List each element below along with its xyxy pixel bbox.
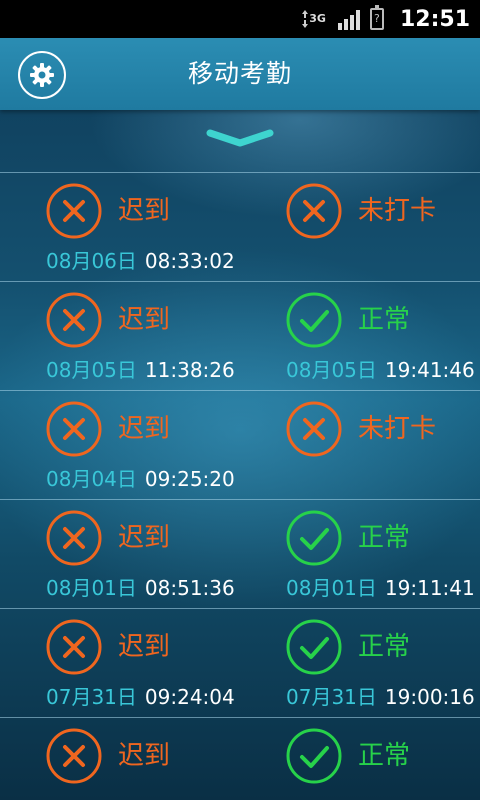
status-label: 迟到 — [118, 414, 171, 444]
status-label: 正常 — [358, 523, 411, 553]
cross-icon — [46, 401, 102, 457]
check-icon — [286, 619, 342, 675]
check-in-cell: 迟到 08月04日 09:25:20 — [0, 391, 240, 499]
check-in-cell: 迟到 08月06日 08:33:02 — [0, 173, 240, 281]
check-in-cell: 迟到 08月01日 08:51:36 — [0, 500, 240, 608]
punch-time: 08月05日 19:41:46 — [286, 356, 475, 384]
check-out-cell: 正常 08月01日 19:11:41 — [240, 500, 480, 608]
punch-time: 07月31日 19:00:16 — [286, 683, 475, 711]
check-out-cell: 正常 — [240, 718, 480, 800]
punch-clock: 11:38:26 — [144, 358, 235, 382]
punch-time: 07月31日 09:24:04 — [46, 683, 235, 711]
status-label: 迟到 — [118, 741, 171, 771]
attendance-row[interactable]: 迟到 08月04日 09:25:20 未打卡 — [0, 390, 480, 499]
collapse-handle[interactable] — [0, 110, 480, 172]
network-type: 3G — [309, 12, 326, 25]
battery-status-glyph: ? — [374, 12, 380, 25]
attendance-row[interactable]: 迟到 08月01日 08:51:36 正常 08月01日 19:11:41 — [0, 499, 480, 608]
attendance-row[interactable]: 迟到 07月31日 09:24:04 正常 07月31日 19:00:16 — [0, 608, 480, 717]
punch-clock: 09:25:20 — [144, 467, 235, 491]
punch-date: 08月04日 — [46, 467, 137, 491]
status-label: 未打卡 — [358, 414, 437, 444]
cross-icon — [46, 510, 102, 566]
check-icon — [286, 728, 342, 784]
settings-button[interactable] — [18, 51, 66, 99]
status-label: 正常 — [358, 741, 411, 771]
check-icon — [286, 292, 342, 348]
cross-icon — [46, 292, 102, 348]
status-label: 迟到 — [118, 632, 171, 662]
cross-icon — [46, 183, 102, 239]
attendance-row[interactable]: 迟到 08月05日 11:38:26 正常 08月05日 19:41:46 — [0, 281, 480, 390]
check-in-cell: 迟到 08月05日 11:38:26 — [0, 282, 240, 390]
cross-icon — [46, 619, 102, 675]
status-bar: 3G ? 12:51 — [0, 0, 480, 38]
punch-time: 08月04日 09:25:20 — [46, 465, 235, 493]
status-label: 正常 — [358, 632, 411, 662]
punch-date: 08月05日 — [46, 358, 137, 382]
punch-time: 08月01日 08:51:36 — [46, 574, 235, 602]
check-out-cell: 未打卡 — [240, 391, 480, 499]
punch-date: 08月05日 — [286, 358, 377, 382]
cross-icon — [286, 401, 342, 457]
punch-clock: 08:33:02 — [144, 249, 235, 273]
punch-time: 08月01日 19:11:41 — [286, 574, 475, 602]
check-out-cell: 未打卡 — [240, 173, 480, 281]
chevron-down-icon — [206, 129, 274, 147]
attendance-row[interactable]: 迟到 08月06日 08:33:02 未打卡 — [0, 172, 480, 281]
punch-clock: 08:51:36 — [144, 576, 235, 600]
app-header: 移动考勤 — [0, 38, 480, 110]
status-clock: 12:51 — [399, 6, 470, 32]
gear-icon — [30, 63, 54, 87]
check-icon — [286, 510, 342, 566]
network-indicator: 3G — [301, 9, 326, 29]
punch-date: 07月31日 — [46, 685, 137, 709]
status-label: 未打卡 — [358, 196, 437, 226]
punch-clock: 19:41:46 — [384, 358, 475, 382]
punch-clock: 09:24:04 — [144, 685, 235, 709]
check-out-cell: 正常 07月31日 19:00:16 — [240, 609, 480, 717]
status-label: 正常 — [358, 305, 411, 335]
punch-time: 08月06日 08:33:02 — [46, 247, 235, 275]
check-out-cell: 正常 08月05日 19:41:46 — [240, 282, 480, 390]
punch-date: 07月31日 — [286, 685, 377, 709]
attendance-row[interactable]: 迟到 正常 — [0, 717, 480, 800]
cross-icon — [286, 183, 342, 239]
punch-date: 08月01日 — [46, 576, 137, 600]
check-in-cell: 迟到 07月31日 09:24:04 — [0, 609, 240, 717]
data-arrows-icon — [302, 10, 309, 28]
status-label: 迟到 — [118, 523, 171, 553]
battery-icon: ? — [369, 5, 384, 30]
punch-clock: 19:11:41 — [384, 576, 475, 600]
signal-icon — [336, 8, 360, 30]
page-title: 移动考勤 — [187, 59, 292, 88]
status-label: 迟到 — [118, 196, 171, 226]
punch-clock: 19:00:16 — [384, 685, 475, 709]
attendance-list: 迟到 08月06日 08:33:02 未打卡 迟到 08月05日 11:38:26 正常 08月… — [0, 172, 480, 800]
punch-time: 08月05日 11:38:26 — [46, 356, 235, 384]
punch-date: 08月01日 — [286, 576, 377, 600]
cross-icon — [46, 728, 102, 784]
punch-date: 08月06日 — [46, 249, 137, 273]
check-in-cell: 迟到 — [0, 718, 240, 800]
status-label: 迟到 — [118, 305, 171, 335]
